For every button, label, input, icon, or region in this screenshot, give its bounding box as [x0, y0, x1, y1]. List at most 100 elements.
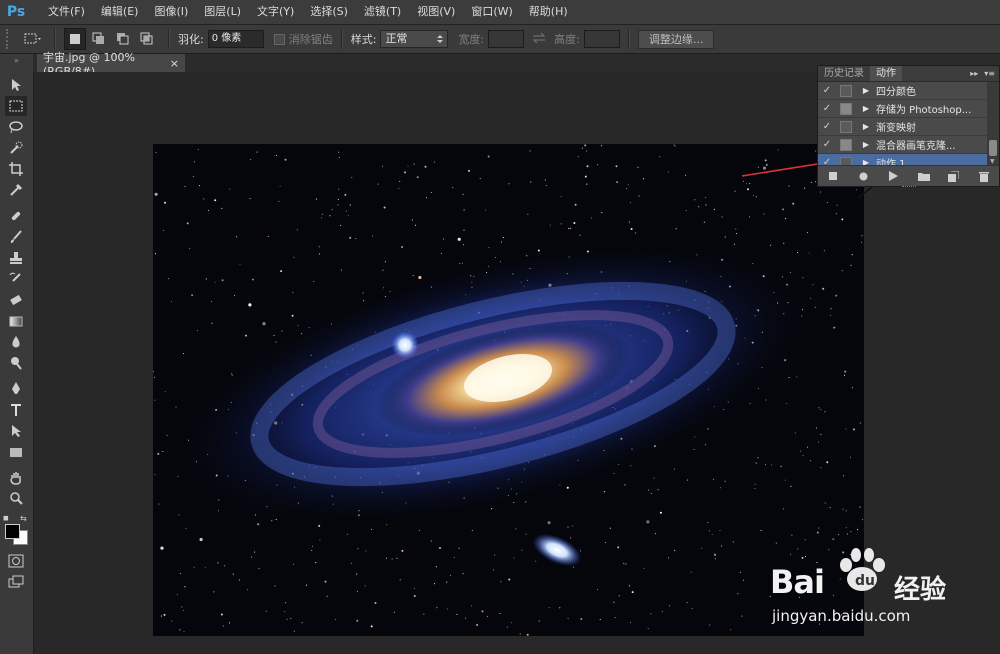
subtract-selection-button[interactable] [112, 28, 134, 50]
brush-tool-icon[interactable] [5, 227, 27, 247]
menu-help[interactable]: 帮助(H) [521, 0, 576, 24]
star [812, 284, 814, 286]
expand-arrow-icon[interactable]: ▶ [860, 86, 872, 95]
action-label: 渐变映射 [876, 123, 916, 134]
eyedropper-tool-icon[interactable] [5, 180, 27, 200]
new-action-icon[interactable] [945, 169, 963, 183]
dialog-toggle-box[interactable] [840, 84, 852, 97]
star [785, 218, 787, 220]
tab-actions[interactable]: 动作 [870, 66, 902, 81]
record-icon[interactable] [854, 169, 872, 183]
star [732, 541, 734, 543]
rect-marquee-tool-icon[interactable] [5, 96, 27, 116]
swap-icon[interactable] [532, 32, 546, 46]
move-tool-icon[interactable] [5, 75, 27, 95]
menu-file[interactable]: 文件(F) [40, 0, 93, 24]
expand-arrow-icon[interactable]: ▶ [860, 122, 872, 131]
panel-resize-grip[interactable] [902, 186, 916, 190]
scroll-down-icon[interactable]: ▼ [990, 158, 995, 165]
new-selection-button[interactable] [64, 28, 86, 50]
antialias-label: 消除锯齿 [288, 33, 333, 46]
eraser-tool-icon[interactable] [5, 290, 27, 310]
height-input[interactable] [583, 30, 620, 48]
star [579, 550, 581, 552]
star [494, 554, 496, 556]
close-tab-icon[interactable]: × [170, 57, 179, 70]
star [806, 232, 809, 234]
history-brush-tool-icon[interactable] [5, 269, 27, 289]
toggle-check-icon[interactable]: ✓ [818, 139, 836, 150]
default-colors-icon[interactable]: ◼ [3, 514, 9, 522]
swap-colors-icon[interactable]: ⇆ [20, 514, 27, 523]
tab-history[interactable]: 历史记录 [818, 66, 870, 81]
dialog-toggle-box[interactable] [840, 102, 852, 115]
star [627, 184, 629, 186]
refine-edge-button[interactable]: 调整边缘... [637, 29, 715, 49]
crop-tool-icon[interactable] [5, 159, 27, 179]
dialog-toggle-box[interactable] [840, 138, 852, 151]
add-selection-button[interactable] [88, 28, 110, 50]
menu-window[interactable]: 窗口(W) [463, 0, 520, 24]
star [319, 539, 321, 541]
options-grip[interactable] [6, 29, 16, 49]
star [267, 235, 269, 238]
action-row[interactable]: ✓ ▶ 存储为 Photoshop... [818, 100, 987, 118]
intersect-selection-button[interactable] [136, 28, 158, 50]
dialog-toggle-box[interactable] [840, 120, 852, 133]
menu-edit[interactable]: 编辑(E) [93, 0, 147, 24]
menu-image[interactable]: 图像(I) [146, 0, 196, 24]
path-selection-tool-icon[interactable] [5, 421, 27, 441]
expand-arrow-icon[interactable]: ▶ [860, 104, 872, 113]
menu-view[interactable]: 视图(V) [409, 0, 463, 24]
hand-tool-icon[interactable] [5, 468, 27, 488]
star [591, 217, 593, 219]
style-label: 样式: [350, 33, 377, 46]
menu-filter[interactable]: 滤镜(T) [356, 0, 409, 24]
action-row[interactable]: ✓ ▶ 混合器画笔克隆... [818, 136, 987, 154]
marquee-preset-picker[interactable] [22, 28, 44, 50]
delete-icon[interactable] [975, 169, 993, 183]
quick-mask-icon[interactable] [5, 551, 27, 571]
toggle-check-icon[interactable]: ✓ [818, 121, 836, 132]
action-row[interactable]: ✓ ▶ 渐变映射 [818, 118, 987, 136]
play-icon[interactable] [884, 169, 902, 183]
width-input[interactable] [488, 30, 525, 48]
healing-brush-tool-icon[interactable] [5, 206, 27, 226]
toolbar-collapse-icon[interactable]: » [0, 54, 33, 66]
scrollbar-thumb[interactable] [989, 140, 997, 156]
document-tab[interactable]: 宇宙.jpg @ 100%(RGB/8#) × [37, 51, 185, 78]
toggle-check-icon[interactable]: ✓ [818, 85, 836, 96]
star [284, 158, 287, 161]
menu-type[interactable]: 文字(Y) [249, 0, 302, 24]
rectangle-tool-icon[interactable] [5, 442, 27, 462]
type-tool-icon[interactable] [5, 400, 27, 420]
action-row[interactable]: ✓ ▶ 四分颜色 [818, 82, 987, 100]
toggle-check-icon[interactable]: ✓ [818, 103, 836, 114]
gradient-tool-icon[interactable] [5, 311, 27, 331]
stop-icon[interactable] [824, 169, 842, 183]
star [648, 489, 650, 491]
clone-stamp-tool-icon[interactable] [5, 248, 27, 268]
star [521, 549, 523, 551]
actions-scrollbar[interactable]: ▼ [987, 82, 999, 166]
foreground-color-swatch[interactable] [5, 524, 20, 539]
zoom-tool-icon[interactable] [5, 489, 27, 509]
expand-arrow-icon[interactable]: ▶ [860, 140, 872, 149]
menu-layer[interactable]: 图层(L) [196, 0, 249, 24]
feather-input[interactable]: 0 像素 [207, 30, 264, 48]
panel-menu-icon[interactable]: ▾≡ [984, 69, 995, 78]
style-dropdown[interactable]: 正常 [380, 30, 449, 48]
new-set-icon[interactable] [915, 169, 933, 183]
blur-tool-icon[interactable] [5, 332, 27, 352]
pen-tool-icon[interactable] [5, 379, 27, 399]
panel-collapse-icon[interactable]: ▸▸ [970, 69, 978, 78]
screen-mode-icon[interactable] [5, 572, 27, 592]
star [797, 251, 799, 254]
lasso-tool-icon[interactable] [5, 117, 27, 137]
star [818, 407, 820, 409]
document-canvas[interactable] [153, 144, 864, 636]
menu-select[interactable]: 选择(S) [302, 0, 356, 24]
dodge-tool-icon[interactable] [5, 353, 27, 373]
antialias-checkbox[interactable] [273, 33, 285, 45]
quick-selection-tool-icon[interactable] [5, 138, 27, 158]
